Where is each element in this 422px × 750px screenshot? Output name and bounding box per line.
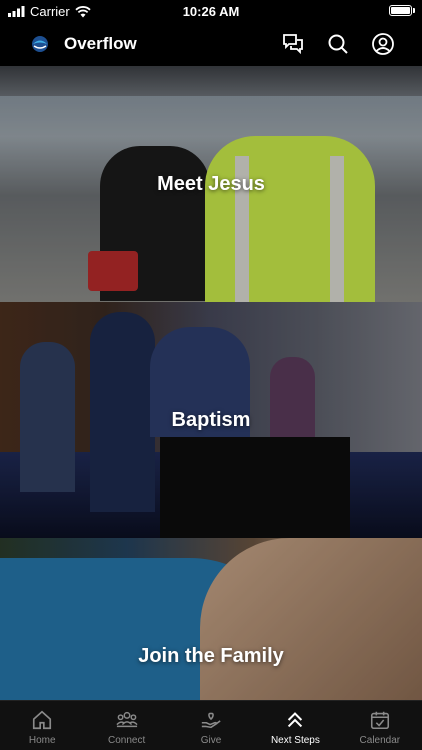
search-icon[interactable] bbox=[326, 32, 350, 56]
chevrons-up-icon bbox=[288, 712, 303, 728]
tab-label: Next Steps bbox=[270, 735, 320, 746]
battery-icon bbox=[389, 5, 412, 16]
card-meet-jesus[interactable]: Meet Jesus bbox=[0, 66, 422, 302]
app-header: Overflow bbox=[0, 22, 422, 66]
tab-connect[interactable]: Connect bbox=[84, 701, 168, 750]
app-title: Overflow bbox=[64, 34, 137, 53]
tab-label: Calendar bbox=[359, 735, 401, 746]
tab-label: Connect bbox=[107, 735, 146, 746]
card-baptism[interactable]: Baptism bbox=[0, 302, 422, 538]
tab-label: Give bbox=[200, 735, 222, 746]
tab-next-steps[interactable]: Next Steps bbox=[253, 701, 337, 750]
overflow-logo-icon bbox=[32, 36, 48, 52]
profile-icon[interactable] bbox=[371, 32, 395, 56]
card-label: Baptism bbox=[171, 408, 251, 431]
tab-give[interactable]: Give bbox=[169, 701, 253, 750]
status-time: 10:26 AM bbox=[182, 4, 240, 19]
card-overlay bbox=[0, 538, 422, 700]
connect-icon bbox=[116, 711, 138, 728]
tab-calendar[interactable]: Calendar bbox=[338, 701, 422, 750]
home-icon bbox=[33, 710, 52, 730]
card-join-the-family[interactable]: Join the Family bbox=[0, 538, 422, 700]
card-label: Meet Jesus bbox=[157, 172, 265, 195]
tab-bar: Home Connect Give Next Steps Calendar bbox=[0, 700, 422, 750]
calendar-icon bbox=[370, 711, 389, 730]
status-bar: Carrier 10:26 AM bbox=[0, 0, 422, 22]
tab-home[interactable]: Home bbox=[0, 701, 84, 750]
battery-cap bbox=[413, 8, 415, 13]
chat-icon[interactable] bbox=[281, 32, 305, 56]
tab-label: Home bbox=[28, 735, 56, 746]
card-label: Join the Family bbox=[138, 645, 284, 667]
give-icon bbox=[201, 712, 221, 729]
